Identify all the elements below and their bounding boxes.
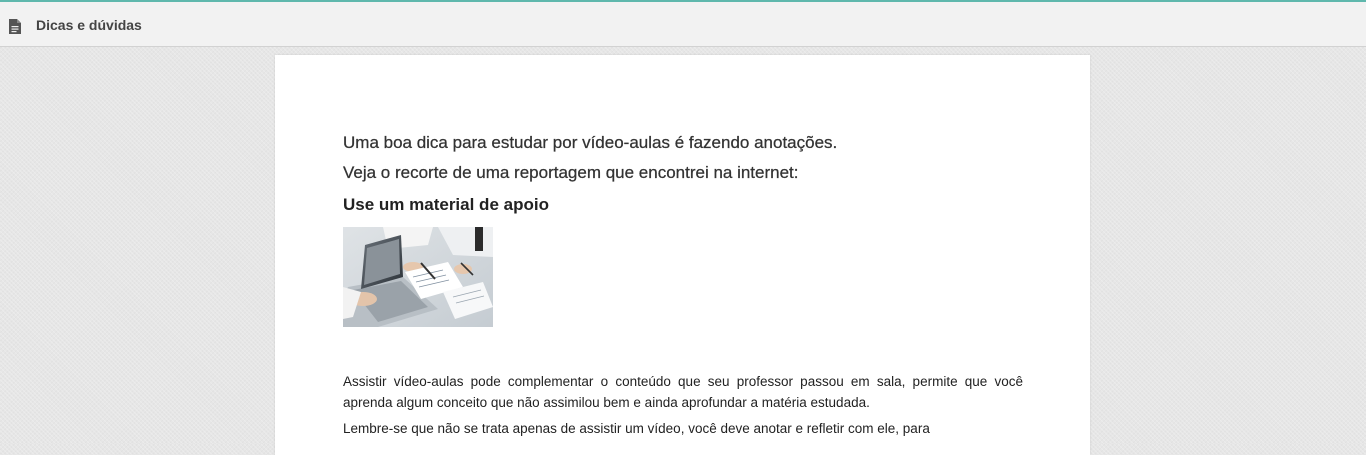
article-subheading: Use um material de apoio: [343, 195, 549, 214]
document-icon: [9, 19, 21, 34]
article-paragraph: Assistir vídeo-aulas pode complementar o…: [343, 374, 1023, 410]
top-bar: Dicas e dúvidas: [0, 0, 1366, 47]
content-page: Uma boa dica para estudar por vídeo-aula…: [275, 55, 1090, 455]
page-title: Dicas e dúvidas: [36, 17, 142, 33]
article-intro-line-2: Veja o recorte de uma reportagem que enc…: [343, 163, 799, 182]
laptop-and-notes-photo: [343, 227, 493, 327]
article-intro-line: Uma boa dica para estudar por vídeo-aula…: [343, 133, 838, 152]
article: Uma boa dica para estudar por vídeo-aula…: [343, 128, 1023, 439]
article-paragraph-2: Lembre-se que não se trata apenas de ass…: [343, 421, 930, 436]
